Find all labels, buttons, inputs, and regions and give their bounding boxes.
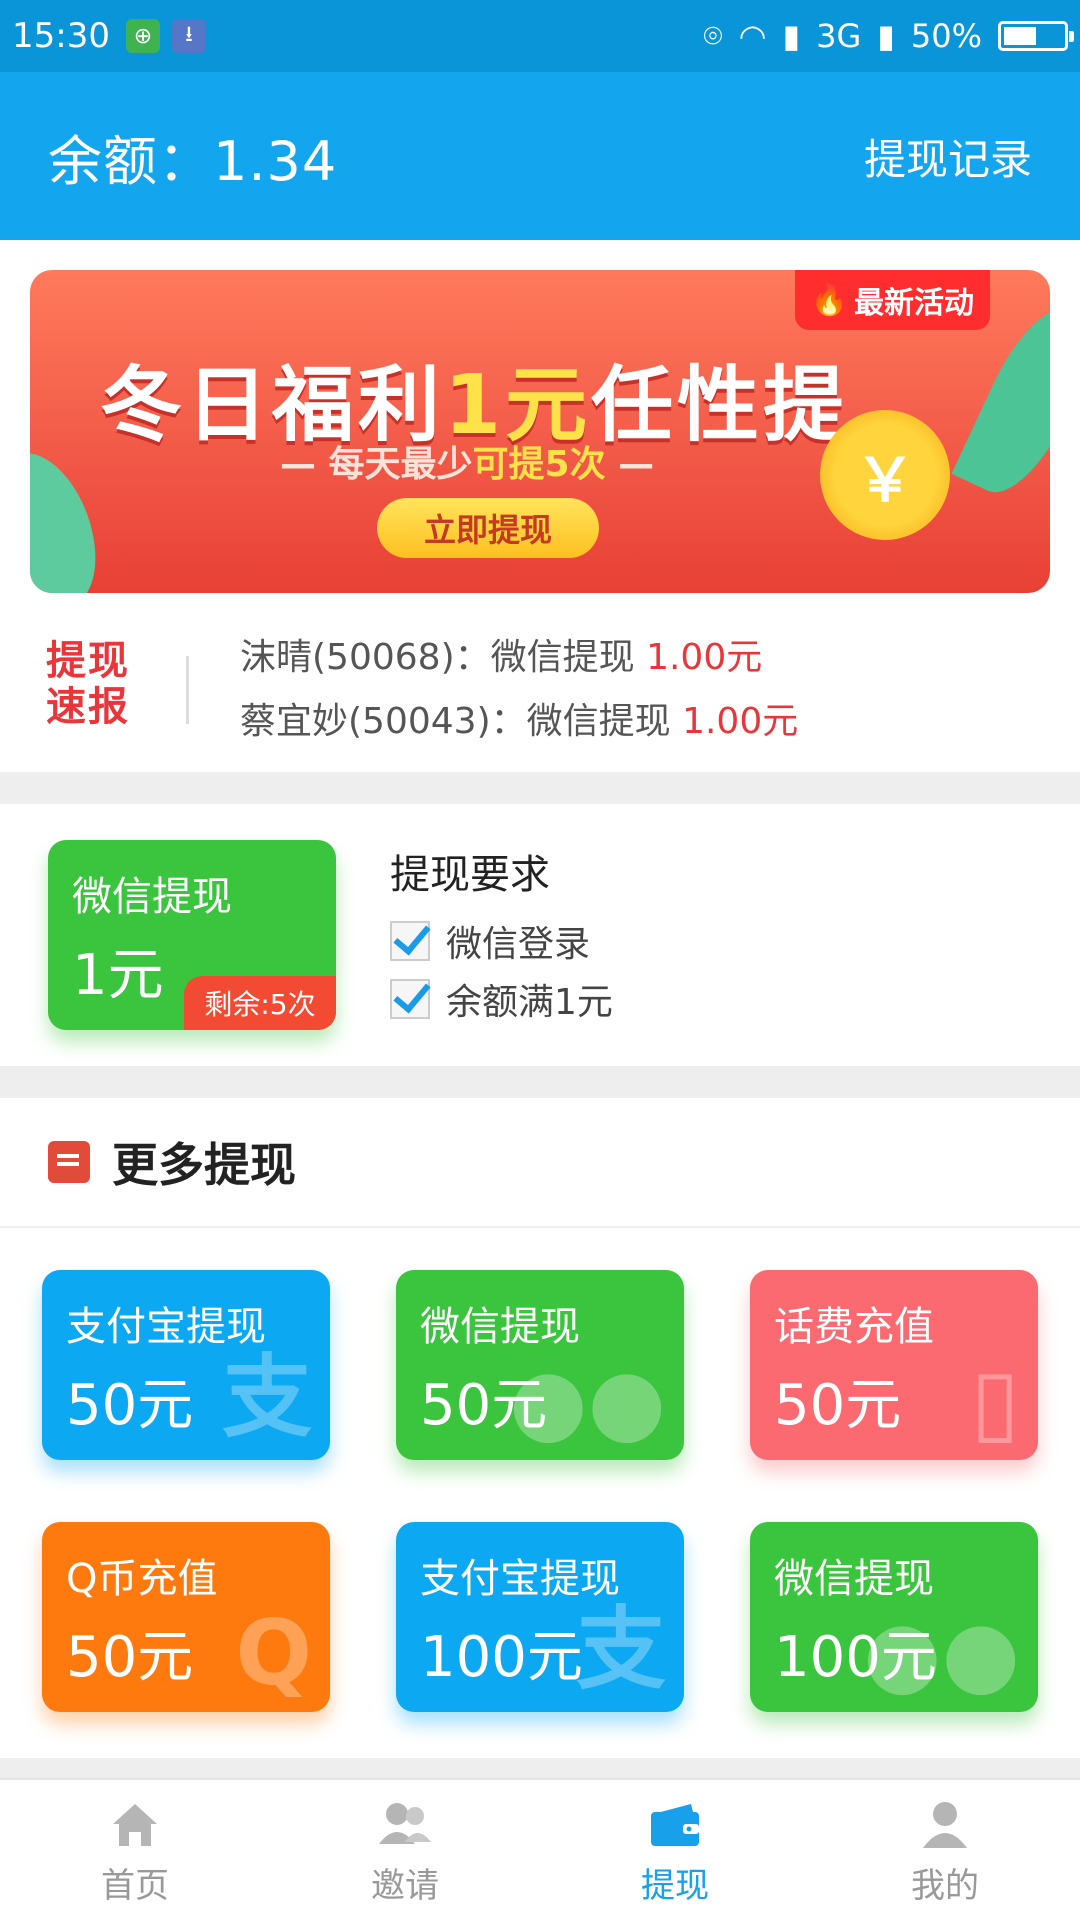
withdraw-tile[interactable]: Q币充值 50元 Q (42, 1522, 330, 1712)
wechat-icon: ●● (862, 1601, 1020, 1706)
banner-sub-pre: — 每天最少 (280, 444, 473, 485)
featured-withdraw-section: 微信提现 1元 剩余:5次 提现要求 微信登录 余额满1元 (0, 804, 1080, 1066)
user-icon (915, 1794, 975, 1854)
network-type: 3G (816, 17, 862, 55)
news-item: 蔡宜妙(50043)：微信提现 1.00元 (240, 692, 798, 744)
battery-icon (998, 21, 1074, 51)
withdraw-news: 提现 速报 沫晴(50068)：微信提现 1.00元 蔡宜妙(50043)：微信… (0, 620, 1080, 770)
home-icon (105, 1794, 165, 1854)
more-withdraw-section: 更多提现 支付宝提现 50元 支 微信提现 50元 ●● 话费充值 50元 ▯ … (0, 1098, 1080, 1758)
download-icon: ⭳ (171, 19, 206, 53)
status-time: 15:30 (12, 16, 110, 56)
app-notification-icon: ⊕ (125, 19, 160, 53)
banner-subtitle: — 每天最少可提5次 — (280, 435, 654, 487)
news-logo: 提现 速报 (46, 638, 130, 730)
section-header: 更多提现 (0, 1098, 1080, 1228)
tile-title: 微信提现 (420, 1304, 580, 1350)
tile-value: 100元 (420, 1625, 583, 1690)
coin-icon: ￥ (820, 410, 950, 540)
tab-label: 我的 (911, 1865, 979, 1906)
tab-withdraw[interactable]: 提现 (540, 1780, 810, 1920)
news-item-text: 蔡宜妙(50043)：微信提现 (240, 701, 683, 742)
tile-value: 50元 (66, 1625, 194, 1690)
withdraw-requirements: 提现要求 微信登录 余额满1元 (390, 842, 613, 1028)
remaining-badge: 剩余:5次 (184, 976, 336, 1030)
phone-icon: ▯ (970, 1349, 1020, 1454)
withdraw-tile[interactable]: 微信提现 50元 ●● (396, 1270, 684, 1460)
balance-header: 余额：1.34 提现记录 (0, 72, 1080, 240)
signal-icon: ▮ (782, 17, 801, 55)
promo-banner[interactable]: 🔥 最新活动 冬日福利1元任性提 — 每天最少可提5次 — 立即提现 ￥ (30, 270, 1050, 593)
card-title: 微信提现 (72, 874, 232, 920)
news-item-text: 沫晴(50068)：微信提现 (240, 637, 647, 678)
latest-activity-tag: 🔥 最新活动 (794, 270, 990, 330)
latest-activity-label: 最新活动 (854, 286, 974, 321)
wechat-icon: ●● (508, 1349, 666, 1454)
news-item-amount: 1.00元 (646, 637, 763, 678)
withdraw-tile[interactable]: 支付宝提现 50元 支 (42, 1270, 330, 1460)
withdraw-now-button[interactable]: 立即提现 (377, 498, 599, 558)
card-value: 1元 (72, 943, 164, 1008)
requirement-item: 微信登录 (390, 912, 613, 970)
checkbox-checked-icon (390, 979, 430, 1019)
section-title: 更多提现 (112, 1138, 296, 1192)
requirement-label: 余额满1元 (446, 982, 613, 1023)
requirement-label: 微信登录 (446, 924, 591, 965)
news-item-amount: 1.00元 (682, 701, 799, 742)
news-logo-line1: 提现 (46, 638, 130, 684)
banner-section: 🔥 最新活动 冬日福利1元任性提 — 每天最少可提5次 — 立即提现 ￥ 提现 … (0, 240, 1080, 772)
news-item: 沫晴(50068)：微信提现 1.00元 (240, 628, 762, 680)
banner-sub-highlight: 可提5次 (472, 444, 606, 485)
signal-icon-2: ▮ (877, 17, 895, 55)
balance-text: 余额：1.34 (48, 129, 338, 193)
wifi-icon: ◠ (738, 17, 767, 55)
requirements-title: 提现要求 (390, 852, 550, 898)
tab-home[interactable]: 首页 (0, 1780, 270, 1920)
bottom-tab-bar: 首页 邀请 提现 我的 (0, 1778, 1080, 1920)
alipay-icon: 支 (222, 1345, 312, 1450)
checkbox-checked-icon (390, 921, 430, 961)
status-bar: 15:30 ⊕ ⭳ ⌾ ◠ ▮ 3G ▮ 50% (0, 0, 1080, 72)
alipay-icon: 支 (576, 1597, 666, 1702)
tile-title: 微信提现 (774, 1556, 934, 1602)
leaf-decoration (30, 439, 115, 593)
banner-sub-post: — (605, 444, 655, 485)
tile-value: 50元 (66, 1373, 194, 1438)
list-icon (48, 1141, 90, 1183)
tile-title: Q币充值 (66, 1556, 218, 1602)
qq-icon: Q (235, 1601, 312, 1706)
tile-title: 话费充值 (774, 1304, 934, 1350)
requirement-item: 余额满1元 (390, 970, 613, 1028)
withdraw-tile[interactable]: 微信提现 100元 ●● (750, 1522, 1038, 1712)
location-icon: ⌾ (703, 16, 723, 55)
news-logo-line2: 速报 (46, 684, 130, 730)
withdraw-tile[interactable]: 支付宝提现 100元 支 (396, 1522, 684, 1712)
fire-icon: 🔥 (810, 282, 848, 318)
withdraw-tile[interactable]: 话费充值 50元 ▯ (750, 1270, 1038, 1460)
tab-label: 首页 (101, 1865, 169, 1906)
tab-invite[interactable]: 邀请 (270, 1780, 540, 1920)
tab-label: 提现 (641, 1865, 709, 1906)
tab-label: 邀请 (371, 1865, 439, 1906)
divider (186, 656, 189, 724)
tab-mine[interactable]: 我的 (810, 1780, 1080, 1920)
battery-text: 50% (910, 17, 982, 55)
withdraw-record-link[interactable]: 提现记录 (864, 126, 1032, 187)
wechat-withdraw-1-card[interactable]: 微信提现 1元 剩余:5次 (48, 840, 336, 1030)
invite-icon (375, 1794, 435, 1854)
wallet-icon (645, 1794, 705, 1854)
tile-value: 50元 (774, 1373, 902, 1438)
